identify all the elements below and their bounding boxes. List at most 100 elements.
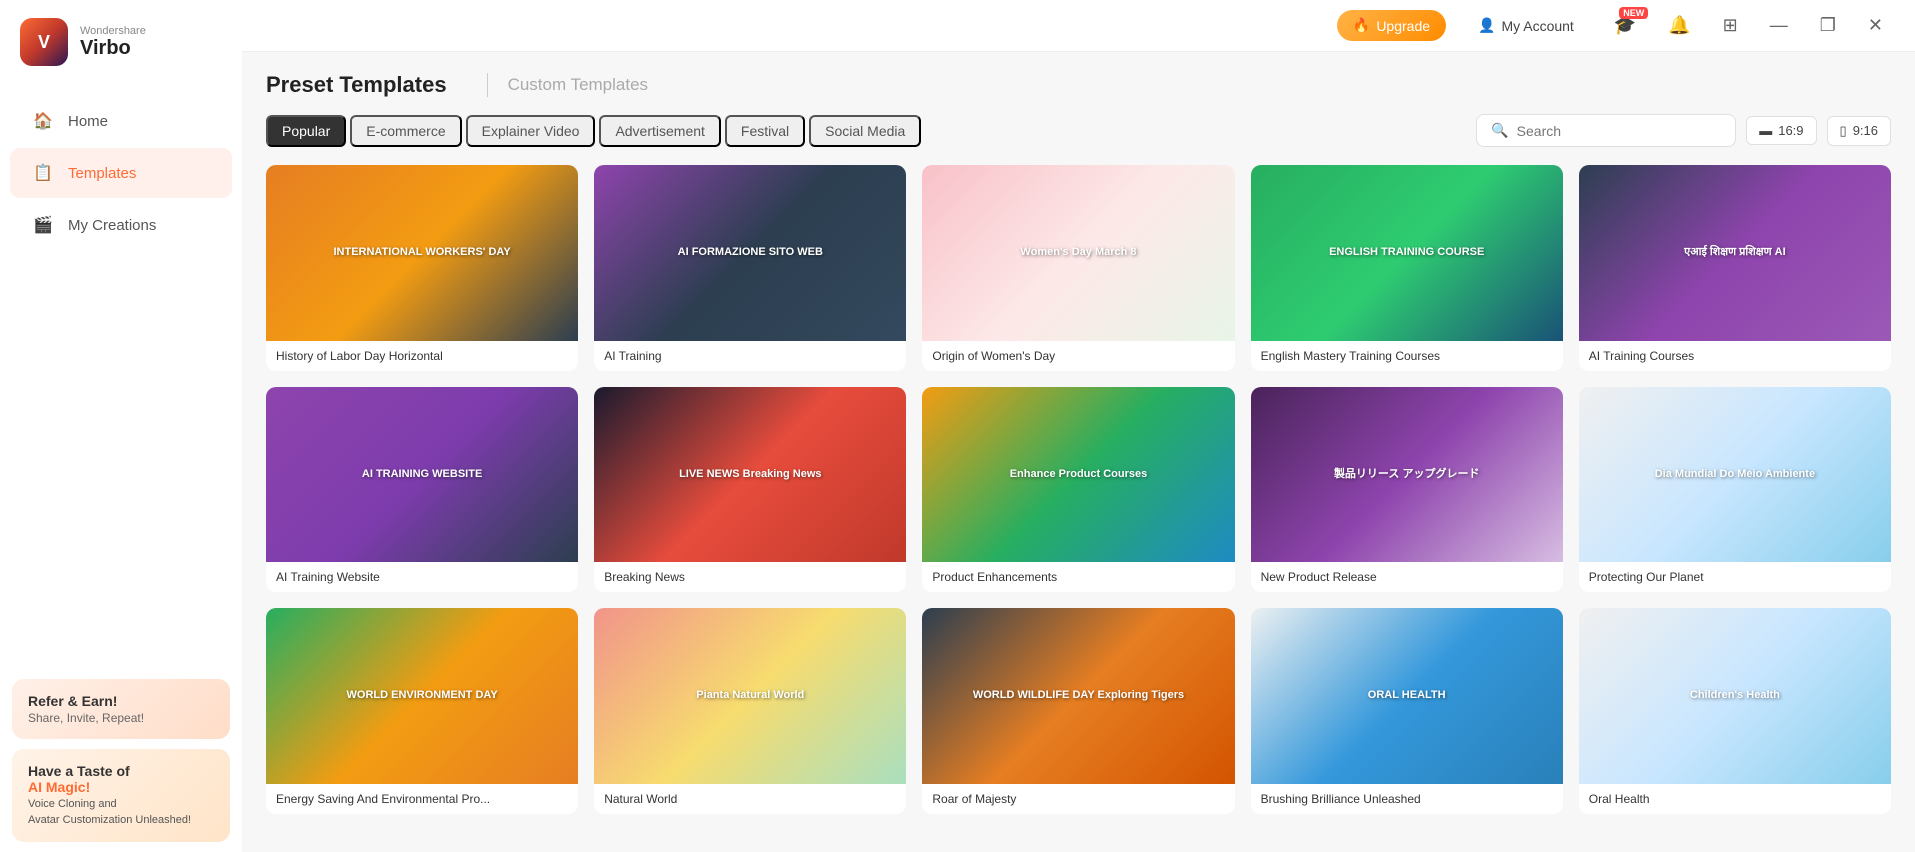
card-thumbnail: Pianta Natural World — [594, 608, 906, 784]
header-divider — [487, 73, 488, 97]
template-card[interactable]: ENGLISH TRAINING COURSE English Mastery … — [1251, 165, 1563, 371]
card-thumbnail: ENGLISH TRAINING COURSE — [1251, 165, 1563, 341]
card-thumbnail: 製品リリース アップグレード — [1251, 387, 1563, 563]
promo-ai-sub: Voice Cloning and Avatar Customization U… — [28, 797, 214, 828]
sidebar-item-label: Home — [68, 113, 108, 130]
sidebar-item-my-creations[interactable]: 🎬 My Creations — [10, 200, 232, 250]
template-card[interactable]: LIVE NEWS Breaking News Breaking News — [594, 387, 906, 593]
thumb-title: INTERNATIONAL WORKERS' DAY — [333, 246, 510, 259]
template-card[interactable]: Women's Day March 8 Origin of Women's Da… — [922, 165, 1234, 371]
home-icon: 🏠 — [32, 110, 54, 132]
app-logo-icon: V — [20, 18, 68, 66]
upgrade-button[interactable]: 🔥 Upgrade — [1337, 10, 1446, 41]
filter-right: 🔍 ▬ 16:9 ▯ 9:16 — [1476, 114, 1891, 147]
template-card[interactable]: WORLD ENVIRONMENT DAY Energy Saving And … — [266, 608, 578, 814]
main-area: 🔥 Upgrade 👤 My Account 🎓 NEW 🔔 ⊞ — ❐ ✕ P… — [242, 0, 1915, 852]
card-thumbnail: INTERNATIONAL WORKERS' DAY — [266, 165, 578, 341]
card-thumbnail: WORLD ENVIRONMENT DAY — [266, 608, 578, 784]
template-card[interactable]: 製品リリース アップグレード New Product Release — [1251, 387, 1563, 593]
template-card[interactable]: AI FORMAZIONE SITO WEB AI Training — [594, 165, 906, 371]
filter-tab-explainer[interactable]: Explainer Video — [466, 115, 596, 147]
template-card[interactable]: Pianta Natural World Natural World — [594, 608, 906, 814]
my-creations-icon: 🎬 — [32, 214, 54, 236]
promo-ai-card[interactable]: Have a Taste of AI Magic! Voice Cloning … — [12, 749, 230, 842]
page-title: Preset Templates — [266, 72, 447, 98]
search-input[interactable] — [1517, 123, 1722, 139]
thumb-title: AI FORMAZIONE SITO WEB — [678, 246, 823, 259]
thumb-title: LIVE NEWS Breaking News — [679, 468, 821, 481]
sidebar-item-label: My Creations — [68, 217, 156, 234]
thumb-title: Pianta Natural World — [696, 689, 804, 702]
card-label: Natural World — [594, 784, 906, 814]
card-thumbnail: AI FORMAZIONE SITO WEB — [594, 165, 906, 341]
card-thumbnail: एआई शिक्षण प्रशिक्षण AI — [1579, 165, 1891, 341]
thumb-title: Dia Mundial Do Meio Ambiente — [1655, 468, 1815, 481]
search-box[interactable]: 🔍 — [1476, 114, 1736, 147]
template-card[interactable]: एआई शिक्षण प्रशिक्षण AI AI Training Cour… — [1579, 165, 1891, 371]
thumb-title: WORLD ENVIRONMENT DAY — [347, 689, 498, 702]
bell-button[interactable]: 🔔 — [1660, 11, 1698, 40]
logo-area: V Wondershare Virbo — [0, 0, 242, 84]
filter-tab-advertisement[interactable]: Advertisement — [599, 115, 720, 147]
card-label: History of Labor Day Horizontal — [266, 341, 578, 371]
sidebar-item-label: Templates — [68, 165, 136, 182]
ratio-9-16-button[interactable]: ▯ 9:16 — [1827, 116, 1891, 146]
template-grid: INTERNATIONAL WORKERS' DAY History of La… — [266, 165, 1891, 814]
new-badge: NEW — [1619, 7, 1648, 19]
template-card[interactable]: INTERNATIONAL WORKERS' DAY History of La… — [266, 165, 578, 371]
thumb-title: 製品リリース アップグレード — [1334, 468, 1480, 481]
template-card[interactable]: AI TRAINING WEBSITE AI Training Website — [266, 387, 578, 593]
thumb-title: Children's Health — [1690, 689, 1780, 702]
promo-refer-card[interactable]: Refer & Earn! Share, Invite, Repeat! — [12, 679, 230, 739]
filter-tab-social[interactable]: Social Media — [809, 115, 921, 147]
card-label: New Product Release — [1251, 562, 1563, 592]
card-label: Breaking News — [594, 562, 906, 592]
template-card[interactable]: ORAL HEALTH Brushing Brilliance Unleashe… — [1251, 608, 1563, 814]
template-card[interactable]: Enhance Product Courses Product Enhancem… — [922, 387, 1234, 593]
topbar: 🔥 Upgrade 👤 My Account 🎓 NEW 🔔 ⊞ — ❐ ✕ — [242, 0, 1915, 52]
template-card[interactable]: WORLD WILDLIFE DAY Exploring Tigers Roar… — [922, 608, 1234, 814]
thumb-title: WORLD WILDLIFE DAY Exploring Tigers — [973, 689, 1184, 702]
card-thumbnail: Enhance Product Courses — [922, 387, 1234, 563]
upgrade-icon: 🔥 — [1353, 17, 1370, 34]
minimize-button[interactable]: — — [1762, 11, 1796, 40]
template-card[interactable]: Dia Mundial Do Meio Ambiente Protecting … — [1579, 387, 1891, 593]
search-icon: 🔍 — [1491, 122, 1508, 139]
templates-icon: 📋 — [32, 162, 54, 184]
ratio-9-16-icon: ▯ — [1840, 123, 1847, 139]
filter-tab-popular[interactable]: Popular — [266, 115, 346, 147]
card-thumbnail: LIVE NEWS Breaking News — [594, 387, 906, 563]
card-label: Roar of Majesty — [922, 784, 1234, 814]
filter-tab-festival[interactable]: Festival — [725, 115, 805, 147]
thumb-title: ORAL HEALTH — [1368, 689, 1446, 702]
account-button[interactable]: 👤 My Account — [1462, 10, 1590, 41]
logo-brand: Wondershare — [80, 25, 146, 37]
promo-ai-title: Have a Taste of AI Magic! — [28, 763, 214, 795]
account-label: My Account — [1501, 18, 1573, 34]
logo-name: Virbo — [80, 37, 146, 60]
card-label: AI Training Courses — [1579, 341, 1891, 371]
thumb-title: एआई शिक्षण प्रशिक्षण AI — [1684, 246, 1786, 259]
thumb-title: Women's Day March 8 — [1020, 246, 1136, 259]
grid-button[interactable]: ⊞ — [1715, 11, 1746, 40]
sidebar-nav: 🏠 Home 📋 Templates 🎬 My Creations — [0, 84, 242, 669]
sidebar-item-templates[interactable]: 📋 Templates — [10, 148, 232, 198]
maximize-button[interactable]: ❐ — [1812, 11, 1844, 40]
ratio-16-9-button[interactable]: ▬ 16:9 — [1746, 116, 1816, 145]
sidebar-bottom: Refer & Earn! Share, Invite, Repeat! Hav… — [0, 669, 242, 852]
card-label: Oral Health — [1579, 784, 1891, 814]
close-button[interactable]: ✕ — [1860, 11, 1891, 40]
promo-refer-title: Refer & Earn! — [28, 693, 214, 709]
card-label: Energy Saving And Environmental Pro... — [266, 784, 578, 814]
custom-templates-link[interactable]: Custom Templates — [508, 75, 648, 95]
account-icon: 👤 — [1478, 17, 1495, 34]
template-card[interactable]: Children's Health Oral Health — [1579, 608, 1891, 814]
card-label: Product Enhancements — [922, 562, 1234, 592]
card-thumbnail: WORLD WILDLIFE DAY Exploring Tigers — [922, 608, 1234, 784]
filter-tab-ecommerce[interactable]: E-commerce — [350, 115, 461, 147]
ratio-9-16-label: 9:16 — [1853, 123, 1878, 138]
card-label: AI Training — [594, 341, 906, 371]
filter-tabs: PopularE-commerceExplainer VideoAdvertis… — [266, 115, 921, 147]
sidebar-item-home[interactable]: 🏠 Home — [10, 96, 232, 146]
content-area: Preset Templates Custom Templates Popula… — [242, 52, 1915, 852]
